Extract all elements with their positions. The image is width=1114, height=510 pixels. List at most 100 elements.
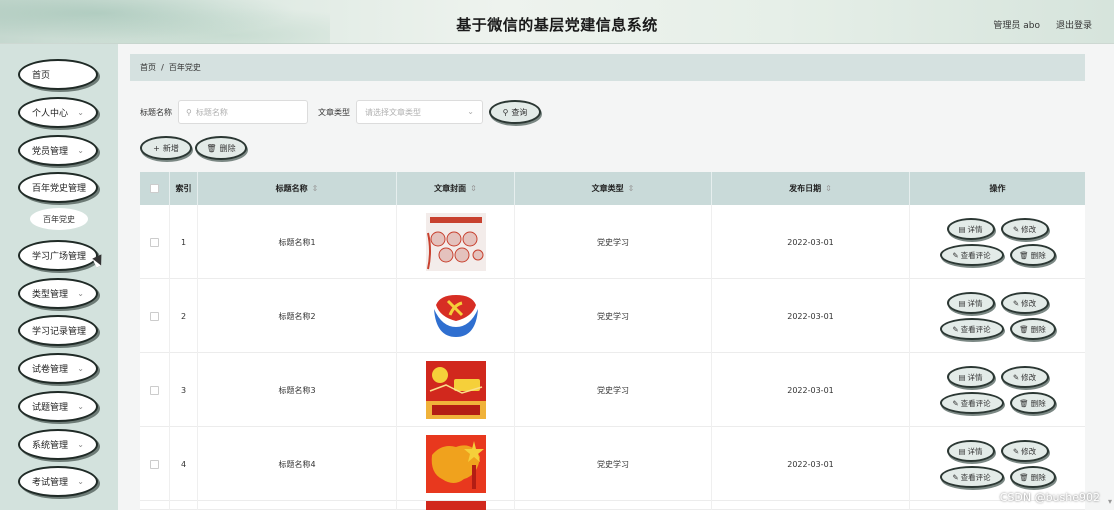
view-comments-button-label: 查看评论 (960, 398, 991, 408)
chevron-down-icon: ⌄ (77, 108, 84, 117)
detail-button[interactable]: ▤ 详情 (946, 366, 995, 388)
row-date (712, 501, 910, 510)
edit-button-label: 修改 (1021, 224, 1037, 234)
sidebar-item-member-management[interactable]: 党员管理 ⌄ (18, 135, 98, 166)
column-header-label: 索引 (175, 184, 192, 193)
breadcrumb-separator: / (161, 63, 164, 72)
sidebar-item-system-management[interactable]: 系统管理 ⌄ (18, 429, 98, 460)
row-checkbox[interactable] (150, 237, 159, 247)
chevron-down-icon: ⌄ (77, 289, 84, 298)
edit-button-label: 修改 (1021, 298, 1037, 308)
edit-button[interactable]: ✎ 修改 (1000, 292, 1049, 314)
row-title: 标题名称2 (198, 279, 397, 353)
edit-button[interactable]: ✎ 修改 (1000, 218, 1049, 240)
title-search-input[interactable]: ⚲ 标题名称 (178, 100, 308, 124)
row-ops: ▤ 详情 ✎ 修改 ✎ 查看评论 🗑 删除 (910, 279, 1085, 353)
row-checkbox[interactable] (150, 311, 159, 321)
row-checkbox[interactable] (150, 459, 159, 469)
query-button[interactable]: ⚲ 查询 (489, 100, 541, 124)
search-icon: ⚲ (502, 107, 509, 117)
add-button[interactable]: + 新增 (140, 136, 192, 160)
article-cover-image[interactable] (425, 213, 486, 271)
sidebar-item-personal-center[interactable]: 个人中心 ⌄ (18, 97, 98, 128)
row-delete-button-label: 删除 (1030, 250, 1046, 260)
sidebar-item-party-history-management[interactable]: 百年党史管理 (18, 172, 98, 203)
delete-button[interactable]: 🗑 删除 (195, 136, 247, 160)
title-search-label: 标题名称 (140, 107, 172, 117)
sidebar-item-paper-management[interactable]: 试卷管理 ⌄ (18, 353, 98, 384)
resize-handle-icon[interactable]: ▾ (1108, 497, 1112, 506)
document-icon: ▤ (958, 224, 966, 234)
column-header-label: 标题名称 (275, 184, 308, 193)
breadcrumb-home[interactable]: 首页 (140, 62, 156, 73)
view-comments-button[interactable]: ✎ 查看评论 (939, 244, 1004, 266)
row-index (170, 501, 198, 510)
view-comments-button[interactable]: ✎ 查看评论 (939, 466, 1004, 488)
sidebar-item-label: 类型管理 (32, 290, 69, 300)
row-cover-cell (397, 353, 515, 427)
action-buttons: + 新增 🗑 删除 (140, 136, 247, 160)
row-checkbox-cell (140, 205, 170, 279)
sidebar-item-question-management[interactable]: 试题管理 ⌄ (18, 391, 98, 422)
select-all-checkbox[interactable] (150, 184, 159, 193)
sidebar-item-label: 百年党史管理 (32, 184, 87, 194)
document-icon: ▤ (958, 446, 966, 456)
document-icon: ▤ (958, 298, 966, 308)
row-checkbox[interactable] (150, 385, 159, 395)
type-select[interactable]: 请选择文章类型 ⌄ (356, 100, 483, 124)
breadcrumb-current: 百年党史 (168, 63, 201, 72)
query-button-label: 查询 (511, 107, 528, 117)
view-comments-button[interactable]: ✎ 查看评论 (939, 392, 1004, 414)
sidebar-item-home[interactable]: 首页 (18, 59, 98, 90)
sidebar-item-type-management[interactable]: 类型管理 ⌄ (18, 278, 98, 309)
sidebar-item-label: 系统管理 (32, 441, 69, 451)
title-search-placeholder: 标题名称 (195, 107, 228, 117)
row-delete-button[interactable]: 🗑 删除 (1009, 244, 1056, 266)
pencil-icon: ✎ (1012, 224, 1020, 234)
delete-button-label: 删除 (219, 143, 236, 153)
detail-button[interactable]: ▤ 详情 (946, 440, 995, 462)
sidebar-item-label: 个人中心 (32, 109, 69, 119)
sort-icon: ⇕ (311, 184, 319, 193)
row-title: 标题名称3 (198, 353, 397, 427)
sidebar-item-study-records[interactable]: 学习记录管理 (18, 315, 98, 346)
table-header: 索引 标题名称 ⇕ 文章封面 ⇕ 文章类型 ⇕ 发布日期 ⇕ 操作 (140, 172, 1085, 205)
row-delete-button[interactable]: 🗑 删除 (1009, 318, 1056, 340)
column-header-type[interactable]: 文章类型 ⇕ (515, 172, 712, 205)
sort-icon: ⇕ (470, 184, 477, 193)
trash-icon: 🗑 (1019, 250, 1029, 260)
column-header-cover[interactable]: 文章封面 ⇕ (397, 172, 515, 205)
row-type: 党史学习 (515, 279, 712, 353)
article-cover-image[interactable] (425, 501, 486, 510)
logout-link[interactable]: 退出登录 (1056, 18, 1092, 31)
edit-button[interactable]: ✎ 修改 (1000, 440, 1049, 462)
column-header-date[interactable]: 发布日期 ⇕ (712, 172, 910, 205)
article-cover-image[interactable] (425, 361, 486, 419)
row-delete-button[interactable]: 🗑 删除 (1009, 466, 1056, 488)
column-header-label: 文章类型 (591, 184, 624, 193)
article-cover-image[interactable] (425, 435, 486, 493)
row-title: 标题名称1 (198, 205, 397, 279)
detail-button[interactable]: ▤ 详情 (946, 292, 995, 314)
sidebar-subitem-party-history[interactable]: 百年党史 (30, 208, 88, 230)
trash-icon: 🗑 (1019, 324, 1029, 334)
detail-button[interactable]: ▤ 详情 (946, 218, 995, 240)
row-ops: ▤ 详情 ✎ 修改 ✎ 查看评论 🗑 删除 (910, 205, 1085, 279)
pencil-icon: ✎ (1012, 298, 1020, 308)
sidebar-item-study-square[interactable]: 学习广场管理 (18, 240, 98, 271)
chevron-down-icon: ⌄ (467, 107, 474, 116)
row-checkbox-cell (140, 427, 170, 501)
chevron-down-icon: ⌄ (77, 364, 84, 373)
column-header-label: 发布日期 (789, 184, 822, 193)
column-header-title[interactable]: 标题名称 ⇕ (198, 172, 397, 205)
view-comments-button[interactable]: ✎ 查看评论 (939, 318, 1004, 340)
sidebar-item-label: 试题管理 (32, 403, 69, 413)
article-cover-image[interactable] (425, 287, 486, 345)
edit-button[interactable]: ✎ 修改 (1000, 366, 1049, 388)
row-delete-button[interactable]: 🗑 删除 (1009, 392, 1056, 414)
row-date: 2022-03-01 (712, 353, 910, 427)
header: 基于微信的基层党建信息系统 管理员 abo 退出登录 (0, 0, 1114, 44)
row-title: 标题名称4 (198, 427, 397, 501)
sidebar-item-exam-management[interactable]: 考试管理 ⌄ (18, 466, 98, 497)
column-header-index: 索引 (170, 172, 198, 205)
